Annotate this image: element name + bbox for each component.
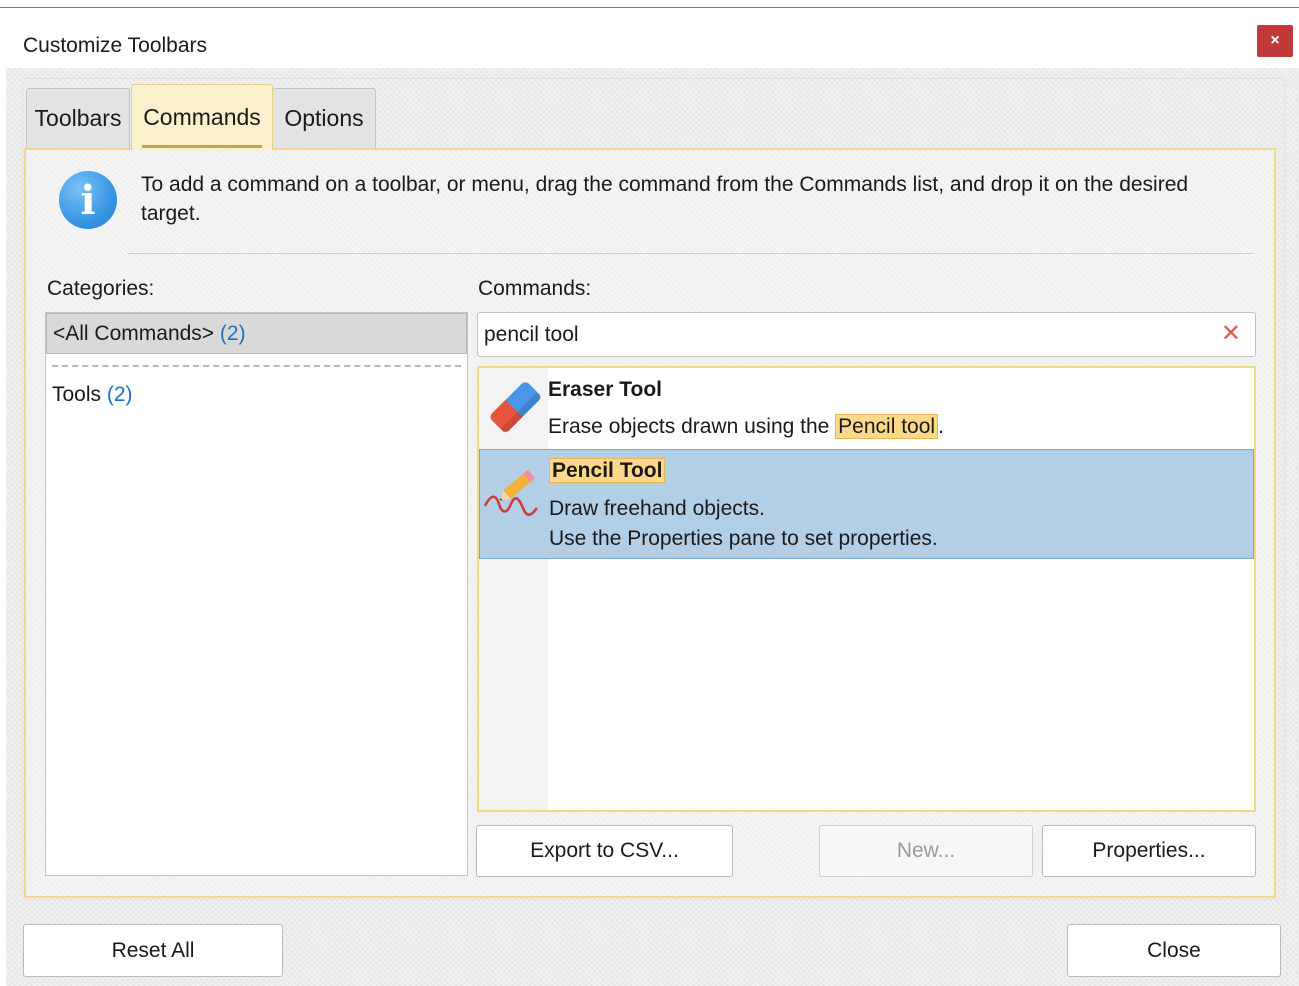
description-text: Erase objects drawn using the	[548, 415, 836, 438]
info-divider	[127, 253, 1254, 254]
command-item-pencil-tool[interactable]: Pencil Tool Draw freehand objects. Use t…	[479, 449, 1254, 559]
pencil-icon	[483, 469, 538, 516]
categories-list[interactable]: <All Commands> (2) Tools (2)	[45, 312, 468, 876]
info-icon: i	[59, 171, 117, 229]
tab-options[interactable]: Options	[272, 88, 376, 148]
title-bar: Customize Toolbars	[0, 8, 1299, 68]
category-count: (2)	[219, 321, 246, 345]
command-description-line-2: Use the Properties pane to set propertie…	[549, 527, 938, 550]
tab-toolbars[interactable]: Toolbars	[26, 88, 130, 148]
commands-search-input[interactable]	[484, 321, 1204, 349]
categories-label: Categories:	[47, 277, 155, 300]
close-button[interactable]: Close	[1067, 924, 1281, 977]
command-title: Pencil Tool	[549, 458, 666, 483]
info-message: To add a command on a toolbar, or menu, …	[141, 173, 1189, 225]
command-description-line-1: Draw freehand objects.	[549, 497, 765, 520]
category-name: Tools	[52, 383, 102, 406]
tab-commands-label: Commands	[143, 104, 261, 130]
search-match-highlight: Pencil tool	[835, 414, 939, 439]
command-title-highlight: Pencil Tool	[549, 458, 666, 483]
export-csv-button[interactable]: Export to CSV...	[476, 825, 733, 877]
category-item-all-commands[interactable]: <All Commands> (2)	[46, 313, 467, 354]
eraser-icon	[490, 382, 542, 433]
commands-search-box: ✕	[477, 312, 1256, 357]
tab-commands[interactable]: Commands	[131, 84, 273, 150]
command-description: Erase objects drawn using the Pencil too…	[548, 412, 944, 442]
category-separator	[52, 365, 461, 367]
window-title: Customize Toolbars	[23, 34, 208, 57]
properties-button[interactable]: Properties...	[1042, 825, 1256, 877]
active-tab-indicator	[142, 145, 262, 148]
commands-list[interactable]: Eraser Tool Erase objects drawn using th…	[477, 366, 1256, 812]
clear-search-icon[interactable]: ✕	[1221, 320, 1241, 348]
command-item-eraser-tool[interactable]: Eraser Tool Erase objects drawn using th…	[479, 368, 1254, 449]
window-close-button[interactable]: ×	[1257, 25, 1293, 57]
description-text-end: .	[938, 415, 944, 438]
category-count: (2)	[106, 383, 133, 406]
category-name: <All Commands>	[53, 321, 215, 345]
command-title: Eraser Tool	[548, 378, 662, 401]
new-command-button[interactable]: New...	[819, 825, 1033, 877]
category-item-tools[interactable]: Tools (2)	[52, 383, 133, 407]
commands-label: Commands:	[478, 277, 592, 300]
reset-all-button[interactable]: Reset All	[23, 924, 283, 977]
